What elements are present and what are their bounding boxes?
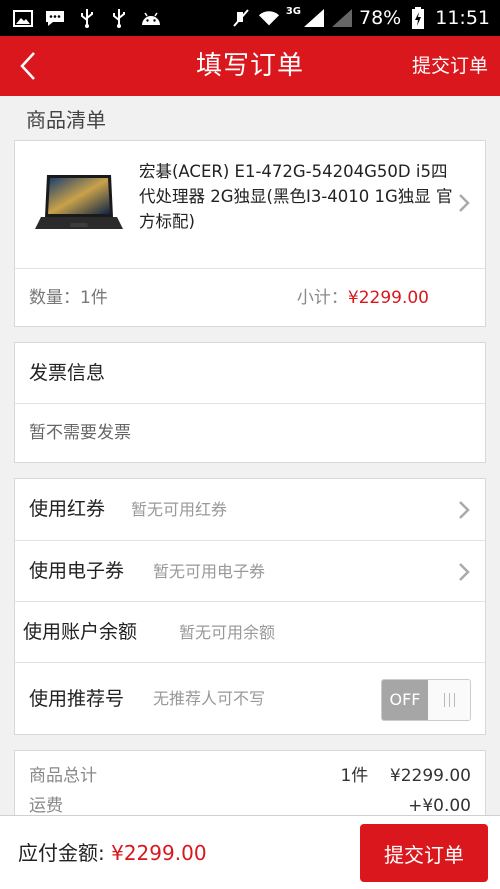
goods-total-row: 商品总计 1件 ¥2299.00 bbox=[15, 761, 485, 791]
usb-icon bbox=[108, 9, 130, 28]
checkout-footer: 应付金额: ¥2299.00 提交订单 bbox=[0, 815, 500, 889]
referral-toggle[interactable]: OFF bbox=[381, 679, 471, 721]
referral-label: 使用推荐号 bbox=[29, 688, 125, 710]
referral-row: 使用推荐号 无推荐人可不写 OFF bbox=[15, 662, 485, 734]
chevron-right-icon bbox=[459, 563, 470, 581]
battery-percent: 78% bbox=[359, 7, 402, 29]
red-coupon-hint: 暂无可用红券 bbox=[131, 500, 228, 519]
signal-icon bbox=[303, 9, 325, 27]
e-coupon-row[interactable]: 使用电子券 暂无可用电子券 bbox=[15, 540, 485, 601]
header-submit-button[interactable]: 提交订单 bbox=[412, 36, 488, 96]
usb-icon bbox=[76, 9, 98, 28]
android-icon bbox=[140, 9, 162, 27]
subtotal-value: ¥2299.00 bbox=[347, 288, 429, 308]
goods-total-value: 1件 ¥2299.00 bbox=[340, 766, 471, 786]
wifi-icon bbox=[258, 9, 280, 27]
network-type: 3G bbox=[285, 5, 301, 17]
status-bar: 3G 78% 11:51 bbox=[0, 0, 500, 36]
order-summary-card: 商品总计 1件 ¥2299.00 运费 +¥0.00 bbox=[14, 750, 486, 820]
image-icon bbox=[12, 9, 34, 27]
red-coupon-label: 使用红券 bbox=[29, 498, 106, 520]
toggle-state-label: OFF bbox=[382, 680, 428, 720]
product-quantity: 数量：1件 bbox=[29, 288, 108, 308]
submit-order-button[interactable]: 提交订单 bbox=[360, 824, 488, 882]
message-icon bbox=[44, 9, 66, 27]
red-coupon-row[interactable]: 使用红券 暂无可用红券 bbox=[15, 479, 485, 540]
clock: 11:51 bbox=[435, 7, 490, 29]
payable-value: ¥2299.00 bbox=[111, 841, 207, 865]
e-coupon-hint: 暂无可用电子券 bbox=[153, 562, 266, 581]
product-item[interactable]: 宏碁(ACER) E1-472G-54204G50D i5四代处理器 2G独显(… bbox=[15, 141, 485, 267]
battery-icon bbox=[407, 7, 429, 29]
account-balance-hint: 暂无可用余额 bbox=[179, 623, 276, 642]
toggle-knob bbox=[428, 680, 470, 720]
product-subtotal: 小计：¥2299.00 bbox=[297, 269, 429, 327]
invoice-option[interactable]: 暂不需要发票 bbox=[15, 403, 485, 463]
chevron-right-icon bbox=[459, 501, 470, 519]
product-summary-row: 数量：1件 小计：¥2299.00 bbox=[15, 268, 485, 326]
mute-icon bbox=[230, 9, 252, 27]
payment-options-card: 使用红券 暂无可用红券 使用电子券 暂无可用电子券 使用账户余额 暂无可用余额 … bbox=[14, 478, 486, 735]
goods-total-label: 商品总计 bbox=[29, 766, 97, 786]
subtotal-label: 小计： bbox=[296, 288, 348, 308]
product-name: 宏碁(ACER) E1-472G-54204G50D i5四代处理器 2G独显(… bbox=[139, 162, 453, 231]
laptop-thumbnail bbox=[35, 175, 123, 229]
product-card: 宏碁(ACER) E1-472G-54204G50D i5四代处理器 2G独显(… bbox=[14, 140, 486, 327]
account-balance-label: 使用账户余额 bbox=[23, 621, 138, 643]
account-balance-row[interactable]: 使用账户余额 暂无可用余额 bbox=[15, 601, 485, 662]
app-header: 填写订单 提交订单 bbox=[0, 36, 500, 96]
payable-amount: 应付金额: ¥2299.00 bbox=[18, 816, 207, 889]
invoice-card: 发票信息 暂不需要发票 bbox=[14, 342, 486, 463]
invoice-title: 发票信息 bbox=[29, 362, 106, 384]
signal-icon bbox=[331, 9, 353, 27]
e-coupon-label: 使用电子券 bbox=[29, 560, 125, 582]
referral-hint[interactable]: 无推荐人可不写 bbox=[153, 663, 265, 735]
chevron-right-icon bbox=[459, 194, 470, 212]
payable-label: 应付金额: bbox=[18, 841, 105, 865]
product-section-label: 商品清单 bbox=[26, 108, 106, 132]
